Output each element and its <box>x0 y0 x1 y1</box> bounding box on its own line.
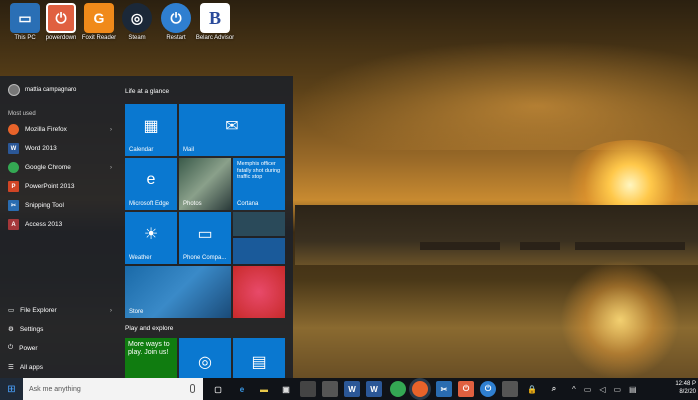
chevron-right-icon[interactable]: › <box>110 127 112 133</box>
music-icon: ◎ <box>198 354 212 371</box>
wallpaper-groyne <box>575 242 685 250</box>
chevron-up-icon[interactable]: ^ <box>572 385 576 394</box>
tile-app-group-2[interactable] <box>233 238 285 264</box>
belarc-icon: B <box>200 3 230 33</box>
tile-cortana[interactable]: Memphis officer fatally shot during traf… <box>233 158 285 210</box>
tile-calendar[interactable]: ▦ Calendar <box>125 104 177 156</box>
wallpaper-sea <box>295 205 698 265</box>
power-app-icon: ⏻ <box>46 3 76 33</box>
chevron-right-icon[interactable]: › <box>110 165 112 171</box>
app-snipping-tool[interactable]: ✂ Snipping Tool <box>8 200 112 211</box>
task-view-icon[interactable]: ▢ <box>210 381 226 397</box>
network-icon[interactable]: ▭ <box>584 385 592 394</box>
microphone-icon[interactable] <box>190 384 195 393</box>
tile-phone-companion[interactable]: ▭ Phone Compa... <box>179 212 231 264</box>
wallpaper-groyne <box>520 242 560 250</box>
tile-mail[interactable]: ✉ Mail <box>179 104 285 156</box>
word-icon[interactable]: W <box>366 381 382 397</box>
sun-icon: ☀ <box>143 225 159 243</box>
wallpaper-groyne <box>420 242 500 250</box>
start-menu: mattia campagnaro Most used Mozilla Fire… <box>0 76 293 378</box>
phone-icon: ▭ <box>197 225 213 243</box>
pdf-icon: G <box>84 3 114 33</box>
calendar-icon: ▦ <box>143 117 159 135</box>
tile-xbox[interactable]: More ways to play. Join us! <box>125 338 177 378</box>
app-google-chrome[interactable]: Google Chrome › <box>8 162 112 173</box>
app-icon[interactable] <box>502 381 518 397</box>
folder-icon: ▭ <box>8 307 15 314</box>
tile-candy-crush[interactable] <box>233 266 285 318</box>
message-icon[interactable]: ▤ <box>629 385 637 394</box>
search-input[interactable]: Ask me anything <box>23 378 203 400</box>
list-icon: ☰ <box>8 364 14 371</box>
mail-icon: ✉ <box>225 117 239 135</box>
start-button[interactable]: ⊞ <box>0 378 23 400</box>
app-access-2013[interactable]: A Access 2013 <box>8 219 112 230</box>
restart-icon: ⏻ <box>161 3 191 33</box>
chevron-right-icon[interactable]: › <box>110 307 112 314</box>
store-icon[interactable]: ▣ <box>278 381 294 397</box>
life-at-a-glance-heading: Life at a glance <box>125 88 170 95</box>
lock-icon[interactable]: 🔒 <box>524 381 540 397</box>
desktop-icon-belarc-advisor[interactable]: B Belarc Advisor <box>192 3 238 42</box>
volume-icon[interactable]: ◁ <box>599 385 605 394</box>
word-icon: W <box>8 143 19 154</box>
steam-icon: ◎ <box>122 3 152 33</box>
clock-time: 12:48 P <box>675 381 696 387</box>
power-button[interactable]: ⏻ Power <box>8 344 112 352</box>
edge-icon: e <box>146 170 156 188</box>
chrome-icon <box>8 162 19 173</box>
app-mozilla-firefox[interactable]: Mozilla Firefox › <box>8 124 112 135</box>
tile-app-group[interactable] <box>233 212 285 236</box>
gear-icon: ⚙ <box>8 326 14 333</box>
play-and-explore-heading: Play and explore <box>125 325 174 332</box>
power-app-icon[interactable]: ⏻ <box>458 381 474 397</box>
firefox-icon <box>8 124 19 135</box>
wallpaper-clouds <box>295 40 698 150</box>
clock[interactable]: 12:48 P 8/2/20 <box>675 380 696 396</box>
word-icon[interactable]: W <box>344 381 360 397</box>
app-icon[interactable] <box>300 381 316 397</box>
system-tray: ^ ▭ ◁ ▭ ▤ <box>572 378 637 400</box>
avatar <box>8 84 20 96</box>
power-icon: ⏻ <box>8 344 14 351</box>
film-icon: ▤ <box>251 354 267 371</box>
taskbar: ⊞ Ask me anything ▢ e ▬ ▣ W W ✂ ⏻ ⏻ 🔒 ⌕ … <box>0 378 698 400</box>
app-powerpoint-2013[interactable]: P PowerPoint 2013 <box>8 181 112 192</box>
wallpaper-reflection <box>560 260 680 380</box>
start-left-column: mattia campagnaro Most used Mozilla Fire… <box>0 76 118 378</box>
cortana-headline: Memphis officer fatally shot during traf… <box>237 161 281 180</box>
search-icon[interactable]: ⌕ <box>546 381 562 397</box>
app-icon[interactable] <box>322 381 338 397</box>
user-account[interactable]: mattia campagnaro <box>8 84 76 96</box>
folder-icon[interactable]: ▬ <box>256 381 272 397</box>
tile-store[interactable]: Store <box>125 266 231 318</box>
tile-groove-music[interactable]: ◎ <box>179 338 231 378</box>
restart-icon[interactable]: ⏻ <box>480 381 496 397</box>
all-apps-button[interactable]: ☰ All apps <box>8 363 112 372</box>
snipping-icon[interactable]: ✂ <box>436 381 452 397</box>
tile-weather[interactable]: ☀ Weather <box>125 212 177 264</box>
tile-photos[interactable]: Photos <box>179 158 231 210</box>
firefox-icon[interactable] <box>412 381 428 397</box>
tile-movies-tv[interactable]: ▤ <box>233 338 285 378</box>
powerpoint-icon: P <box>8 181 19 192</box>
computer-icon: ▭ <box>10 3 40 33</box>
access-icon: A <box>8 219 19 230</box>
settings-button[interactable]: ⚙ Settings <box>8 325 112 334</box>
chrome-icon[interactable] <box>390 381 406 397</box>
edge-icon[interactable]: e <box>234 381 250 397</box>
most-used-heading: Most used <box>8 111 36 117</box>
clock-date: 8/2/20 <box>679 389 696 395</box>
windows-icon: ⊞ <box>7 383 16 395</box>
file-explorer-button[interactable]: ▭ File Explorer › <box>8 306 112 315</box>
scissors-icon: ✂ <box>8 200 19 211</box>
battery-icon[interactable]: ▭ <box>613 385 621 394</box>
app-word-2013[interactable]: W Word 2013 <box>8 143 112 154</box>
user-name: mattia campagnaro <box>25 87 77 93</box>
tile-microsoft-edge[interactable]: e Microsoft Edge <box>125 158 177 210</box>
